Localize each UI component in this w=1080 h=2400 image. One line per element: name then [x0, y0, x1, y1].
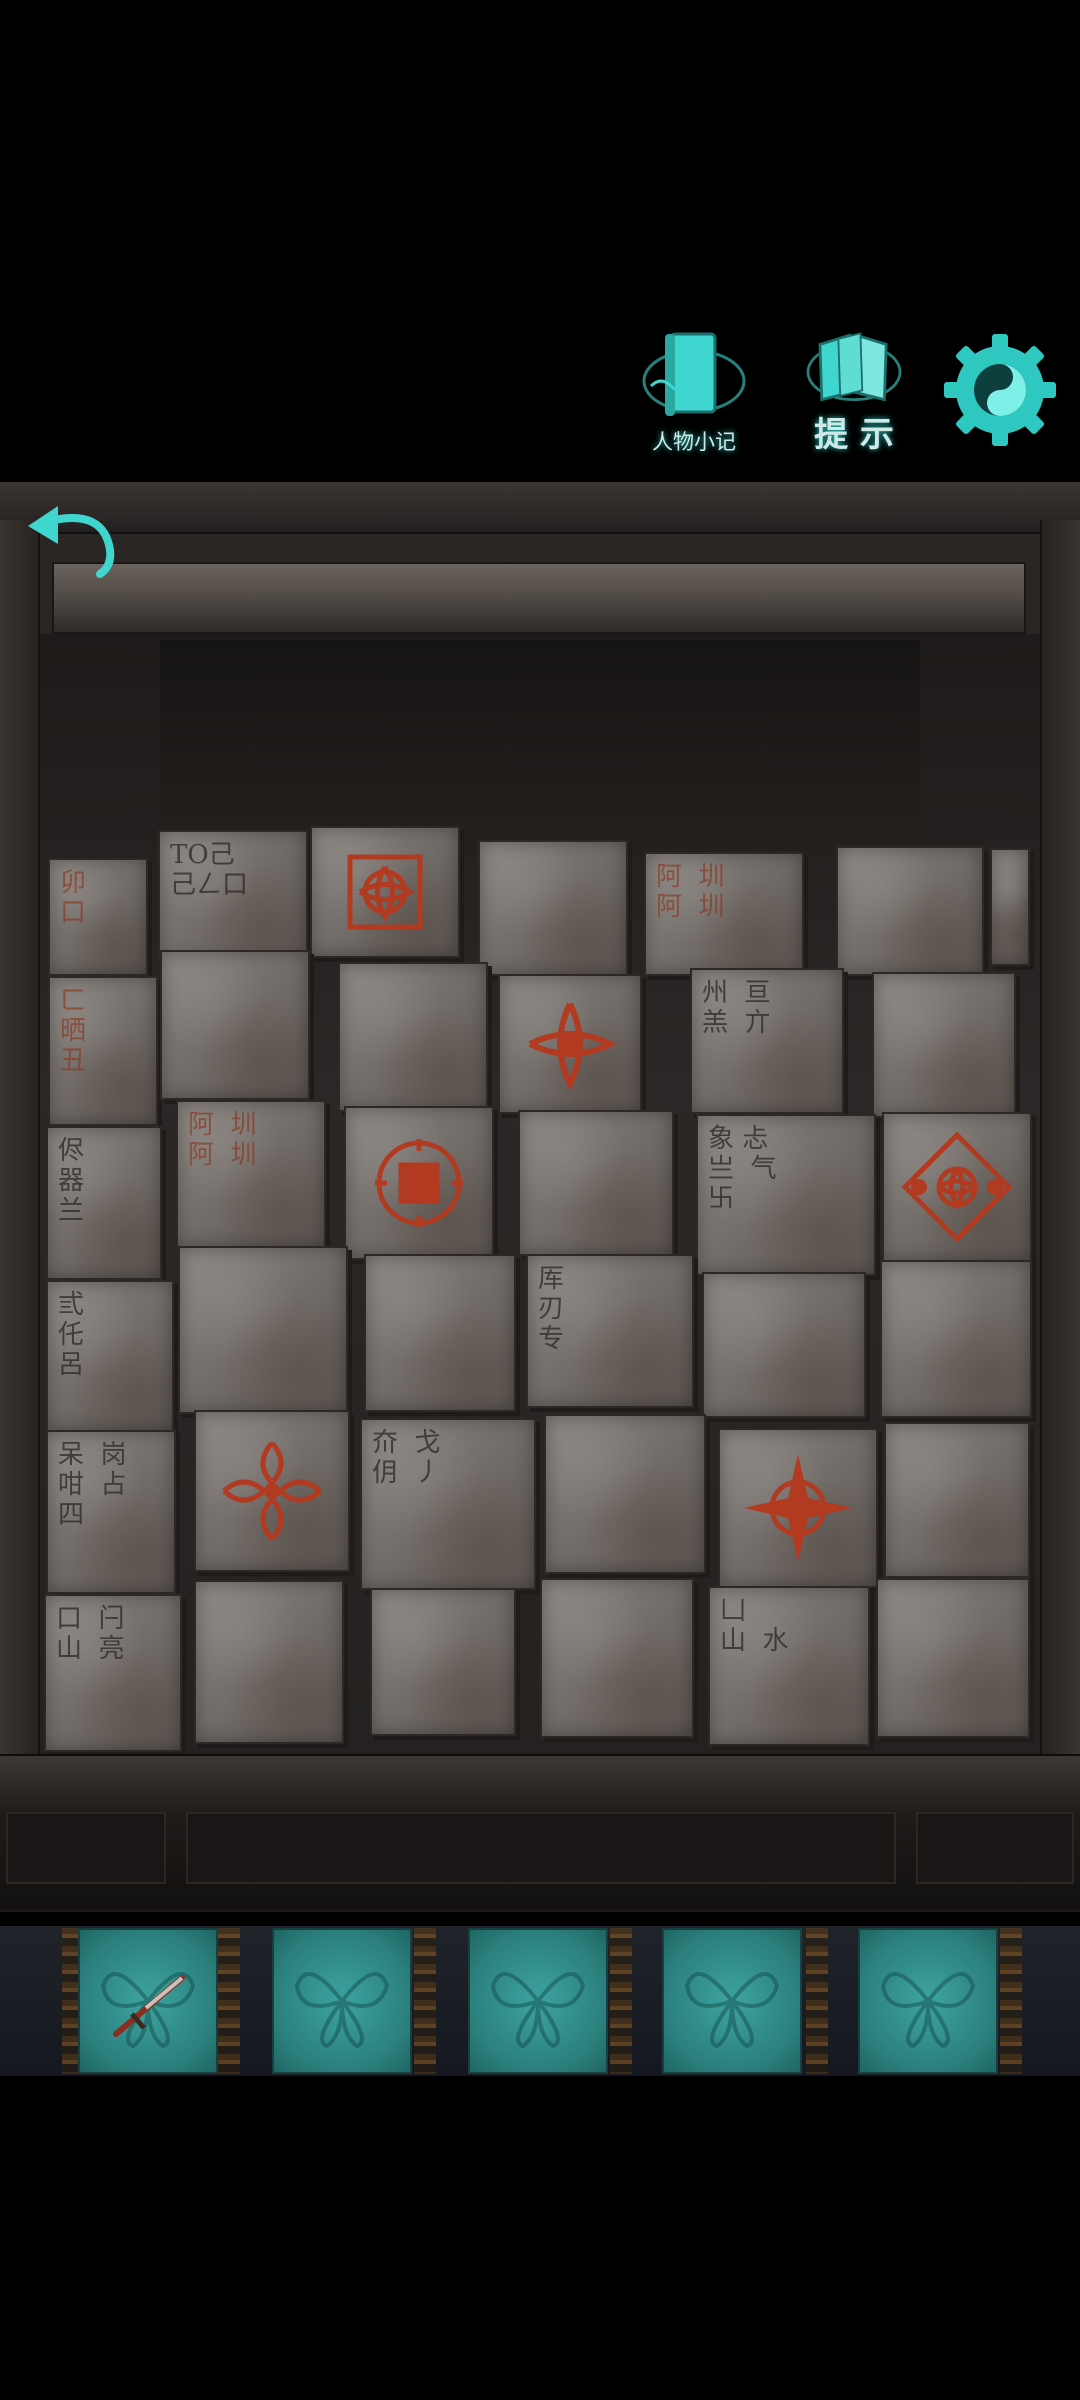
inventory-ornament [218, 1928, 240, 2074]
stone-block[interactable] [702, 1272, 866, 1418]
stone-block[interactable] [990, 848, 1030, 966]
cabinet-inner-back [160, 640, 920, 860]
stone-block[interactable] [718, 1428, 878, 1588]
back-arrow-icon [28, 506, 115, 578]
butterfly-emblem-icon [490, 1972, 586, 2049]
stone-block[interactable] [882, 1112, 1032, 1262]
hint-label: 提 示 [814, 415, 894, 455]
stone-block[interactable]: TO己 己ㄥ口 [158, 830, 308, 962]
stone-block[interactable] [478, 840, 628, 976]
stone-block[interactable] [160, 950, 310, 1100]
stone-block[interactable] [518, 1110, 674, 1256]
cabinet-bottom-rail [0, 1754, 1080, 1816]
inventory-ornament [806, 1928, 828, 2074]
stone-block[interactable] [498, 974, 642, 1114]
inventory-slot-3[interactable] [468, 1928, 608, 2074]
cabinet-drawer [186, 1812, 896, 1884]
cabinet-top-rim [0, 482, 1080, 534]
stone-block[interactable]: 卯 口 [48, 858, 148, 976]
stone-block[interactable]: 口 闩 山 亮 [44, 1594, 182, 1752]
inventory-slot-5[interactable] [858, 1928, 998, 2074]
stone-block[interactable] [178, 1246, 348, 1414]
stone-block[interactable]: 侭 器 兰 [46, 1126, 162, 1280]
stone-block[interactable]: 夼 戈 仴 丿 [360, 1418, 536, 1590]
stone-block[interactable]: 州 亘 羔 亣 [690, 968, 844, 1114]
stone-block[interactable]: 凵 山 水 [708, 1586, 870, 1746]
cabinet-left-side [0, 520, 40, 1760]
stone-block[interactable]: 阿 圳 阿 圳 [176, 1100, 326, 1248]
stone-block[interactable]: 弎 仛 呂 [46, 1280, 174, 1432]
cabinet-shelf [52, 562, 1026, 634]
stone-block[interactable] [194, 1410, 350, 1572]
character-notes-label: 人物小记 [652, 430, 736, 454]
stone-block[interactable] [194, 1580, 344, 1744]
stone-block[interactable] [370, 1588, 516, 1736]
stone-block[interactable]: 呆 岗 咁 占 四 [46, 1430, 176, 1594]
inventory-slot-4[interactable] [662, 1928, 802, 2074]
stone-block[interactable] [338, 962, 488, 1112]
open-book-icon [806, 332, 902, 402]
cabinet-drawer [916, 1812, 1074, 1884]
red-cross-flower-seal-icon [528, 1002, 617, 1091]
stone-block[interactable] [310, 826, 460, 958]
stone-block[interactable]: ㄈ 晒 丑 [48, 976, 158, 1126]
cabinet-drawer [6, 1812, 166, 1884]
red-square-seal-icon [375, 1139, 463, 1227]
stone-block[interactable] [540, 1578, 694, 1738]
butterfly-emblem-icon [880, 1972, 976, 2049]
stone-block[interactable] [872, 972, 1016, 1118]
stone-block[interactable] [364, 1254, 516, 1412]
stone-block[interactable] [544, 1414, 706, 1574]
stone-block[interactable] [884, 1422, 1030, 1578]
hint-button[interactable]: 提 示 [796, 326, 912, 456]
stone-block[interactable]: 厍 刃 专 [526, 1254, 694, 1408]
red-diamond-flower-seal-icon [901, 1131, 1013, 1243]
inventory-ornament [1000, 1928, 1022, 2074]
scroll-book-icon [642, 332, 746, 416]
inventory-slot-2[interactable] [272, 1928, 412, 2074]
inventory-slot-1[interactable] [78, 1928, 218, 2074]
stone-block[interactable] [344, 1106, 494, 1260]
stone-block[interactable]: 象 忐 亗 气 卐 [696, 1114, 876, 1276]
stone-block[interactable]: 阿 圳 阿 圳 [644, 852, 804, 976]
red-scroll-seal-icon [222, 1441, 322, 1541]
stone-block[interactable] [880, 1260, 1032, 1418]
yin-yang-gear-icon [944, 334, 1056, 446]
stone-block[interactable] [836, 846, 984, 976]
character-notes-button[interactable]: 人物小记 [636, 326, 752, 456]
settings-button[interactable] [940, 330, 1060, 450]
inventory-ornament [610, 1928, 632, 2074]
red-flower-seal-icon [347, 854, 423, 930]
butterfly-emblem-icon [684, 1972, 780, 2049]
stone-block[interactable] [876, 1578, 1030, 1738]
red-compass-seal-icon [744, 1454, 852, 1562]
cabinet-right-side [1040, 520, 1080, 1760]
back-button[interactable] [24, 500, 124, 580]
sword-icon [113, 1975, 185, 2037]
butterfly-emblem-icon [294, 1972, 390, 2049]
inventory-ornament [414, 1928, 436, 2074]
